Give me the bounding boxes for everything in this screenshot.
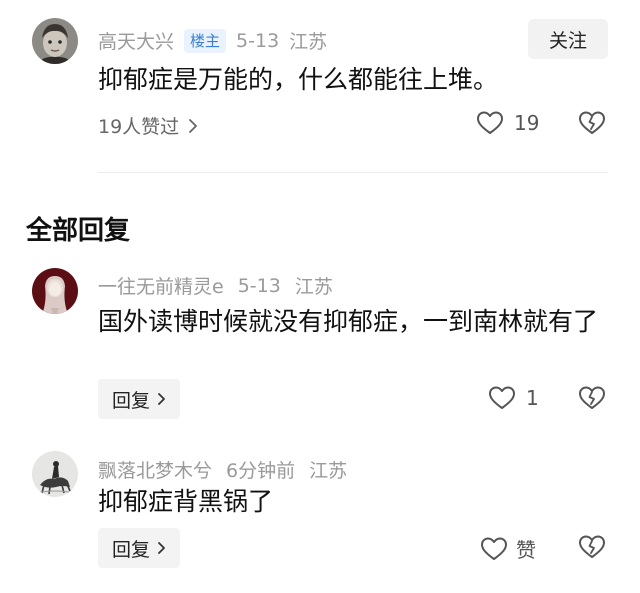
broken-heart-icon (579, 535, 605, 558)
liked-by-link[interactable]: 19人赞过 (98, 112, 199, 139)
reply-meta-row: 飘落北梦木兮 6分钟前 江苏 (98, 456, 347, 483)
avatar[interactable] (32, 268, 78, 314)
reply-dislike-button[interactable] (578, 534, 606, 560)
liked-by-label: 19人赞过 (98, 116, 180, 138)
reply-username[interactable]: 一往无前精灵e (98, 272, 224, 299)
reply-username[interactable]: 飘落北梦木兮 (98, 456, 212, 483)
heart-icon (489, 386, 515, 409)
reply-location: 江苏 (294, 276, 333, 298)
op-comment-text: 抑郁症是万能的，什么都能往上堆。 (98, 65, 499, 94)
op-like-button[interactable]: 19 (476, 110, 539, 136)
reply-like-button[interactable]: 1 (488, 385, 539, 411)
reply-location: 江苏 (309, 460, 348, 482)
avatar[interactable] (32, 18, 78, 64)
replies-section-title: 全部回复 (26, 216, 131, 246)
reply-button[interactable]: 回复 (98, 528, 181, 568)
ink-horse-rider-avatar-icon (32, 451, 78, 497)
reply-meta-row: 一往无前精灵e 5-13 江苏 (98, 272, 333, 299)
reply-date: 5-13 (237, 274, 281, 297)
op-location: 江苏 (289, 31, 328, 53)
reply-button-label: 回复 (112, 389, 151, 412)
broken-heart-icon (579, 386, 605, 409)
op-badge: 楼主 (184, 28, 227, 53)
heart-icon (481, 537, 507, 560)
reply-like-count: 1 (526, 386, 539, 410)
reply-text: 国外读博时候就没有抑郁症，一到南林就有了 (98, 307, 599, 336)
reply-dislike-button[interactable] (578, 385, 606, 411)
reply-button[interactable]: 回复 (98, 379, 181, 419)
heart-icon (477, 111, 503, 134)
broken-heart-icon (579, 111, 605, 134)
op-like-count: 19 (514, 111, 540, 135)
op-date: 5-13 (236, 29, 280, 52)
op-dislike-button[interactable] (578, 110, 606, 136)
reply-date: 6分钟前 (226, 460, 296, 482)
dark-red-figure-avatar-icon (32, 268, 78, 314)
chevron-right-icon (189, 118, 198, 133)
op-username[interactable]: 高天大兴 (98, 27, 174, 54)
reply-like-label: 赞 (516, 538, 536, 562)
chevron-right-icon (158, 542, 165, 554)
follow-button[interactable]: 关注 (528, 19, 608, 59)
child-portrait-avatar-icon (32, 18, 78, 64)
avatar[interactable] (32, 451, 78, 497)
op-meta-row: 高天大兴 楼主 5-13 江苏 (98, 27, 327, 54)
reply-button-label: 回复 (112, 538, 151, 561)
reply-text: 抑郁症背黑锅了 (98, 487, 274, 516)
reply-like-button[interactable]: 赞 (480, 534, 536, 563)
divider (98, 172, 608, 173)
chevron-right-icon (158, 393, 165, 405)
